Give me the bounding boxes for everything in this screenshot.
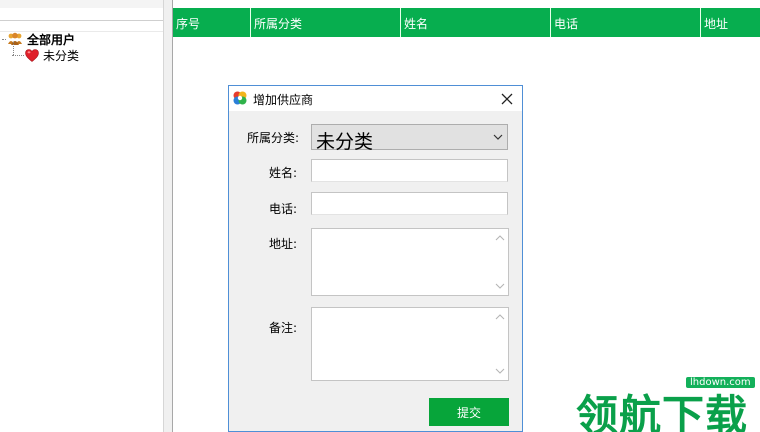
address-scrollbar[interactable] bbox=[492, 229, 508, 295]
phone-field[interactable] bbox=[311, 192, 508, 215]
tree-connector bbox=[2, 38, 6, 40]
watermark-url: lhdown.com bbox=[686, 377, 755, 388]
category-select-value: 未分类 bbox=[316, 131, 374, 153]
note-field[interactable] bbox=[311, 307, 509, 381]
category-tree-panel: 全部用户 未分类 bbox=[0, 0, 165, 432]
submit-button[interactable]: 提交 bbox=[429, 398, 509, 426]
dialog-titlebar[interactable]: 增加供应商 bbox=[229, 86, 522, 111]
users-group-icon bbox=[8, 32, 22, 45]
scroll-up-icon[interactable] bbox=[495, 313, 505, 321]
site-watermark: 领航下载 lhdown.com bbox=[572, 372, 760, 432]
heart-icon bbox=[25, 48, 39, 62]
tree-connector bbox=[12, 54, 24, 56]
tree-child-label: 未分类 bbox=[43, 48, 80, 63]
dialog-title: 增加供应商 bbox=[253, 93, 314, 107]
column-header-phone[interactable]: 电话 bbox=[551, 8, 701, 37]
name-field[interactable] bbox=[311, 159, 508, 182]
category-select[interactable]: 未分类 bbox=[311, 124, 508, 153]
address-label: 地址: bbox=[268, 237, 297, 251]
tree-root-label: 全部用户 bbox=[27, 32, 76, 47]
tree-panel-toolbar bbox=[0, 0, 163, 8]
grid-top-bar bbox=[173, 0, 760, 8]
category-label: 所属分类: bbox=[246, 131, 299, 145]
grid-header: 序号 所属分类 姓名 电话 地址 bbox=[173, 8, 760, 37]
panel-splitter[interactable] bbox=[163, 0, 173, 432]
name-label: 姓名: bbox=[268, 166, 297, 180]
app-logo-icon bbox=[233, 91, 247, 105]
scroll-down-icon[interactable] bbox=[495, 367, 505, 375]
column-header-name[interactable]: 姓名 bbox=[401, 8, 551, 37]
note-label: 备注: bbox=[268, 321, 297, 335]
tree-item-uncategorized[interactable]: 未分类 bbox=[12, 47, 79, 63]
watermark-logo-text: 领航下载 bbox=[576, 391, 749, 432]
note-scrollbar[interactable] bbox=[492, 308, 508, 380]
column-header-category[interactable]: 所属分类 bbox=[251, 8, 401, 37]
chevron-down-icon bbox=[493, 134, 503, 140]
column-header-index[interactable]: 序号 bbox=[173, 8, 251, 37]
scroll-up-icon[interactable] bbox=[495, 234, 505, 242]
column-header-address[interactable]: 地址 bbox=[701, 8, 760, 37]
scroll-down-icon[interactable] bbox=[495, 282, 505, 290]
phone-label: 电话: bbox=[268, 202, 297, 216]
address-field[interactable] bbox=[311, 228, 509, 296]
add-supplier-dialog: 增加供应商 所属分类: 未分类 姓名: 电话: 地址: 备注: 提交 bbox=[228, 85, 523, 432]
close-icon bbox=[501, 93, 513, 105]
close-button[interactable] bbox=[497, 89, 517, 109]
